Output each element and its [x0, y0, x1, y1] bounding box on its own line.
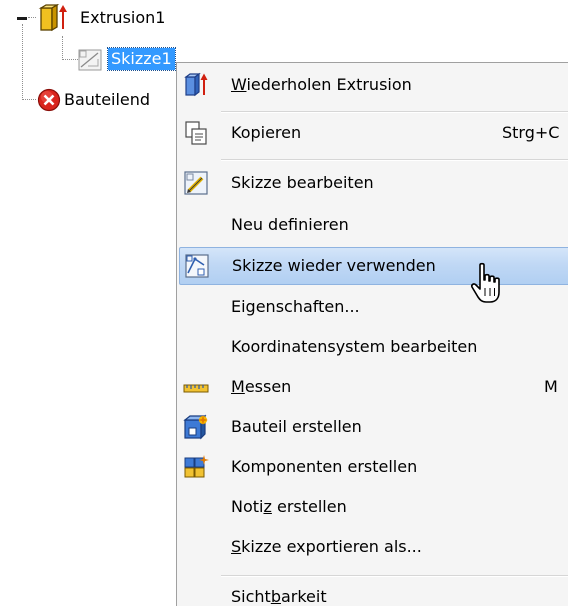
- copy-icon: [185, 121, 207, 145]
- edit-sketch-icon: [184, 171, 208, 195]
- menu-item-label: Wiederholen Extrusion: [231, 75, 412, 94]
- menu-item-create-components[interactable]: Komponenten erstellen: [179, 449, 568, 485]
- menu-item-label: Messen: [231, 377, 292, 396]
- menu-separator: [221, 575, 568, 577]
- menu-item-label: Sichtbarkeit: [231, 587, 327, 606]
- menu-item-properties[interactable]: Eigenschaften...: [179, 289, 568, 325]
- menu-item-edit-coordsys[interactable]: Koordinatensystem bearbeiten: [179, 329, 568, 365]
- menu-item-redefine[interactable]: Neu definieren: [179, 207, 568, 243]
- menu-item-label: Skizze wieder verwenden: [232, 256, 436, 275]
- tree-node-label: Skizze1: [107, 47, 176, 71]
- model-browser-tree: Extrusion1 Skizze1 Bauteilend: [0, 0, 190, 130]
- menu-item-edit-sketch[interactable]: Skizze bearbeiten: [179, 165, 568, 201]
- menu-item-label: Eigenschaften...: [231, 297, 360, 316]
- tree-node-label: Bauteilend: [64, 90, 151, 109]
- ruler-icon: [183, 384, 209, 393]
- menu-item-create-note[interactable]: Notiz erstellen: [179, 489, 568, 525]
- menu-item-label: Kopieren: [231, 123, 302, 142]
- collapse-button[interactable]: [16, 12, 28, 24]
- menu-separator: [221, 159, 568, 161]
- menu-item-label: Koordinatensystem bearbeiten: [231, 337, 478, 356]
- menu-item-label: Notiz erstellen: [231, 497, 347, 516]
- extrusion-icon: [38, 4, 67, 32]
- reuse-sketch-icon: [185, 254, 209, 278]
- menu-item-shortcut: M: [544, 377, 558, 396]
- create-part-icon: [183, 414, 208, 440]
- menu-item-measure[interactable]: Messen M: [179, 369, 568, 405]
- extrusion-icon: [184, 72, 208, 97]
- context-menu: Wiederholen Extrusion Kopieren Strg+C Sk…: [176, 62, 568, 606]
- menu-item-label: Neu definieren: [231, 215, 349, 234]
- menu-item-export-sketch[interactable]: Skizze exportieren als...: [179, 529, 568, 565]
- screen: Extrusion1 Skizze1 Bauteilend Wiederhole…: [0, 0, 568, 606]
- menu-item-visibility[interactable]: Sichtbarkeit: [179, 579, 568, 606]
- tree-connector: [62, 59, 78, 60]
- menu-item-label: Skizze exportieren als...: [231, 537, 422, 556]
- tree-node-label: Extrusion1: [80, 8, 166, 27]
- sketch-icon: [78, 49, 102, 71]
- menu-item-create-part[interactable]: Bauteil erstellen: [179, 409, 568, 445]
- tree-connector: [28, 17, 36, 18]
- menu-item-copy[interactable]: Kopieren Strg+C: [179, 115, 568, 151]
- menu-item-shortcut: Strg+C: [502, 123, 560, 142]
- menu-separator: [221, 111, 568, 113]
- error-icon: [37, 88, 61, 112]
- menu-item-label: Bauteil erstellen: [231, 417, 362, 436]
- menu-item-repeat-extrusion[interactable]: Wiederholen Extrusion: [179, 67, 568, 103]
- tree-connector: [62, 36, 63, 60]
- create-components-icon: [184, 455, 209, 478]
- tree-connector: [22, 99, 36, 100]
- tree-connector: [22, 24, 23, 100]
- menu-item-reuse-sketch[interactable]: Skizze wieder verwenden: [179, 247, 568, 285]
- menu-item-label: Komponenten erstellen: [231, 457, 418, 476]
- hand-pointer-icon: [470, 262, 500, 303]
- menu-item-label: Skizze bearbeiten: [231, 173, 374, 192]
